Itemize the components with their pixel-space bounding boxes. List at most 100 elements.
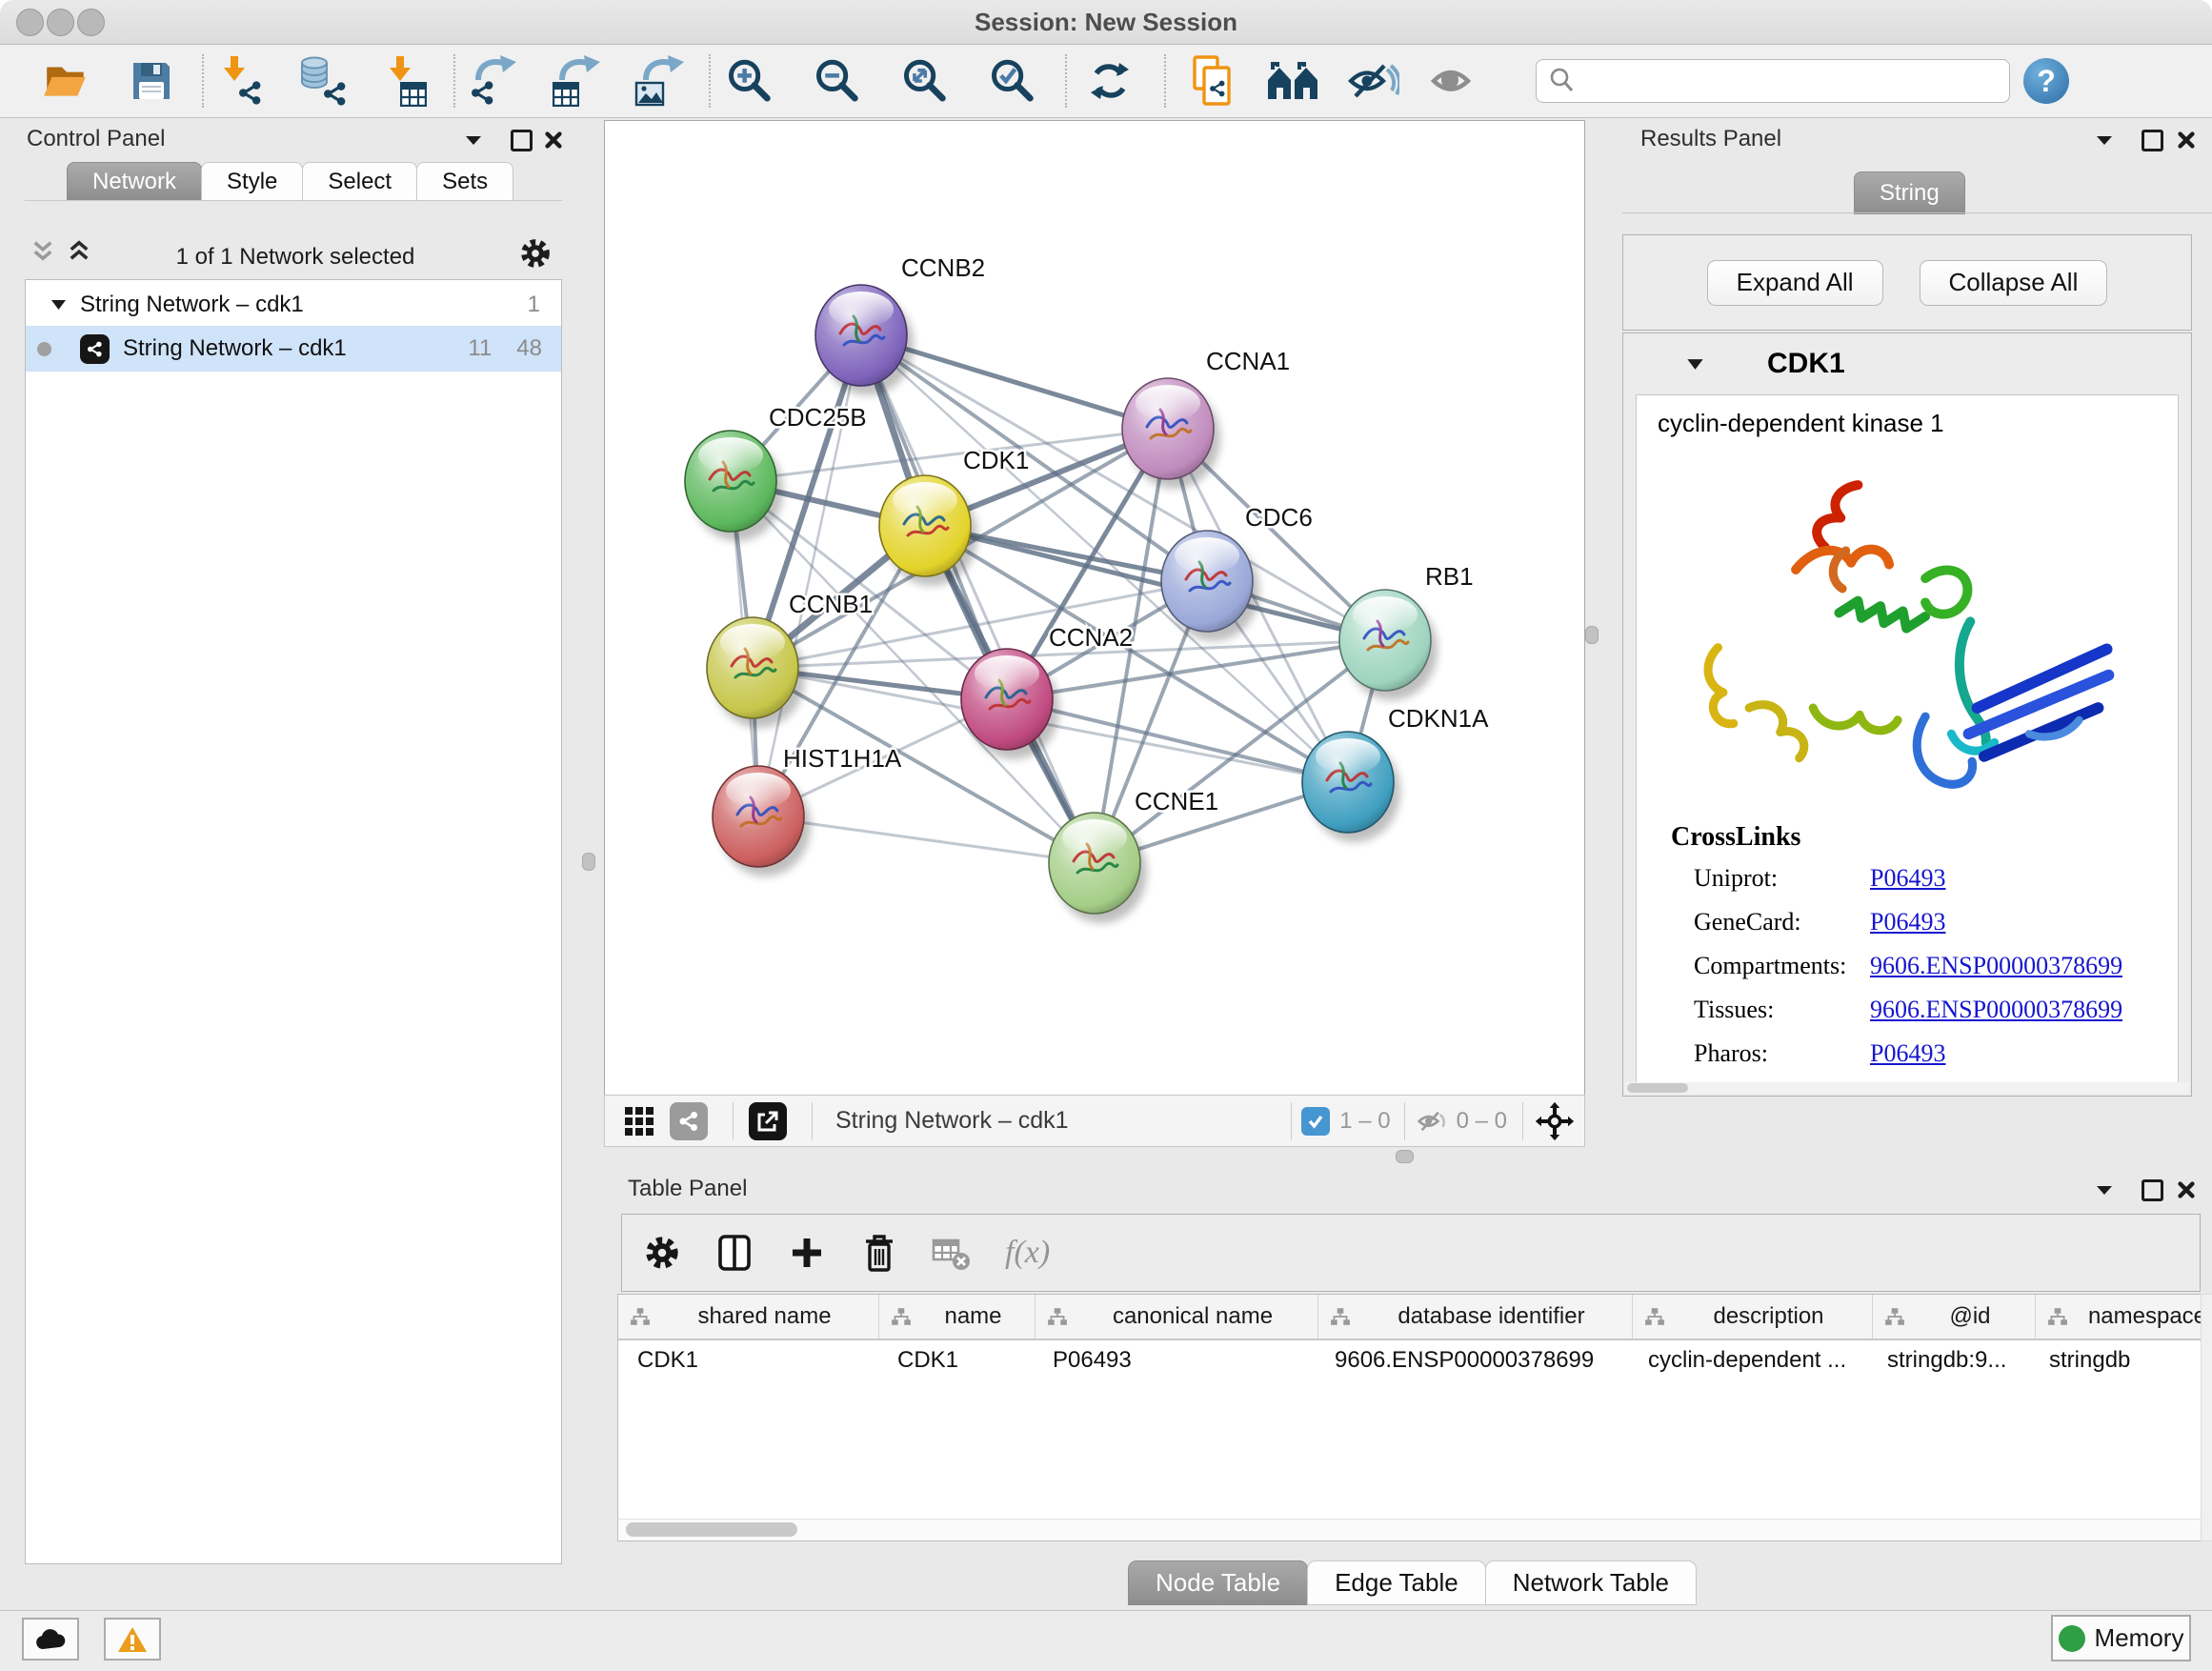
table-horizontal-scrollbar[interactable] bbox=[618, 1519, 2202, 1540]
collapse-all-networks-button[interactable] bbox=[30, 240, 55, 261]
pan-mode-button[interactable] bbox=[1533, 1099, 1577, 1143]
function-builder-button[interactable]: f(x) bbox=[1005, 1235, 1050, 1271]
help-button[interactable]: ? bbox=[2023, 58, 2069, 104]
tree-expand-icon[interactable] bbox=[50, 299, 67, 311]
import-network-button[interactable] bbox=[211, 51, 271, 111]
tab-network[interactable]: Network bbox=[67, 162, 202, 201]
network-canvas[interactable]: CCNB2 CCNA1 CDC25B CDK1 bbox=[604, 120, 1585, 1096]
control-panel-close-button[interactable] bbox=[541, 130, 566, 151]
column-header-canonicalname[interactable]: canonical name bbox=[1036, 1295, 1318, 1339]
network-collection-row[interactable]: String Network – cdk1 1 bbox=[26, 280, 561, 326]
search-input-container bbox=[1536, 59, 2010, 103]
network-node-hist1h1a[interactable]: HIST1H1A bbox=[713, 744, 902, 876]
crosslink-link[interactable]: P06493 bbox=[1870, 908, 1945, 936]
column-header-id[interactable]: @id bbox=[1873, 1295, 2036, 1339]
tab-sets[interactable]: Sets bbox=[416, 162, 513, 201]
column-header-description[interactable]: description bbox=[1633, 1295, 1873, 1339]
collapse-all-button[interactable]: Collapse All bbox=[1920, 260, 2108, 306]
hierarchy-icon bbox=[1644, 1307, 1665, 1326]
status-bar: Memory bbox=[0, 1610, 2212, 1671]
create-column-button[interactable] bbox=[786, 1232, 828, 1274]
selected-items-checkbox[interactable] bbox=[1301, 1107, 1330, 1136]
zoom-selected-button[interactable] bbox=[981, 51, 1040, 111]
crosslink-link[interactable]: P06493 bbox=[1870, 864, 1945, 893]
column-header-databaseidentifier[interactable]: database identifier bbox=[1318, 1295, 1633, 1339]
results-actions-box: Expand All Collapse All bbox=[1622, 234, 2192, 331]
delete-column-button[interactable] bbox=[858, 1232, 900, 1274]
open-session-button[interactable] bbox=[36, 51, 95, 111]
network-node-cdc25b[interactable]: CDC25B bbox=[685, 403, 867, 541]
network-view-share-button[interactable] bbox=[670, 1102, 708, 1140]
export-network-button[interactable] bbox=[463, 51, 522, 111]
network-node-ccna1[interactable]: CCNA1 bbox=[1122, 347, 1290, 489]
node-label: CDK1 bbox=[963, 446, 1029, 474]
tab-node-table[interactable]: Node Table bbox=[1128, 1560, 1308, 1605]
export-image-button[interactable] bbox=[631, 51, 690, 111]
show-all-button[interactable] bbox=[1423, 51, 1482, 111]
search-input[interactable] bbox=[1584, 67, 2009, 95]
table-panel-menu-button[interactable] bbox=[2092, 1179, 2117, 1200]
tab-edge-table[interactable]: Edge Table bbox=[1307, 1560, 1486, 1605]
network-graph[interactable]: CCNB2 CCNA1 CDC25B CDK1 bbox=[605, 121, 1584, 1095]
protein-card-header[interactable]: CDK1 bbox=[1623, 333, 2191, 394]
cloud-status-button[interactable] bbox=[22, 1618, 79, 1661]
column-header-namespace[interactable]: namespace bbox=[2036, 1295, 2202, 1339]
network-panel-options-button[interactable] bbox=[518, 236, 553, 271]
collapse-section-icon[interactable] bbox=[1686, 358, 1704, 371]
table-vertical-scrollbar[interactable] bbox=[2201, 1294, 2212, 1541]
duplicate-network-button[interactable] bbox=[1183, 51, 1242, 111]
crosslink-link[interactable]: 9606.ENSP00000378699 bbox=[1870, 952, 2122, 980]
results-horizontal-scrollbar[interactable] bbox=[1625, 1082, 2189, 1094]
show-columns-button[interactable] bbox=[714, 1232, 755, 1274]
tab-network-table[interactable]: Network Table bbox=[1485, 1560, 1697, 1605]
tab-string[interactable]: String bbox=[1854, 171, 1965, 214]
export-table-button[interactable] bbox=[547, 51, 606, 111]
table-row[interactable]: CDK1CDK1P064939606.ENSP00000378699cyclin… bbox=[618, 1340, 2202, 1380]
import-table-button[interactable] bbox=[375, 51, 434, 111]
control-panel-menu-button[interactable] bbox=[461, 130, 486, 151]
results-panel-menu-button[interactable] bbox=[2092, 130, 2117, 151]
results-panel-float-button[interactable] bbox=[2140, 130, 2164, 151]
column-header-sharedname[interactable]: shared name bbox=[618, 1295, 879, 1339]
window-title: Session: New Session bbox=[0, 8, 2212, 37]
right-splitter-handle[interactable] bbox=[1585, 626, 1599, 644]
memory-status-button[interactable]: Memory bbox=[2051, 1615, 2191, 1661]
network-row-selected[interactable]: String Network – cdk1 11 48 bbox=[26, 326, 561, 372]
save-session-button[interactable] bbox=[122, 51, 181, 111]
first-neighbors-button[interactable] bbox=[1263, 51, 1322, 111]
network-node-rb1[interactable]: RB1 bbox=[1339, 562, 1474, 700]
delete-table-button[interactable] bbox=[931, 1232, 973, 1274]
hide-selected-button[interactable] bbox=[1343, 51, 1402, 111]
expand-all-button[interactable]: Expand All bbox=[1707, 260, 1883, 306]
zoom-in-button[interactable] bbox=[718, 51, 777, 111]
expand-all-networks-button[interactable] bbox=[67, 240, 91, 261]
detach-view-button[interactable] bbox=[749, 1102, 787, 1140]
table-panel-close-button[interactable] bbox=[2174, 1179, 2199, 1200]
import-network-from-database-button[interactable] bbox=[293, 51, 352, 111]
table-body: CDK1CDK1P064939606.ENSP00000378699cyclin… bbox=[618, 1340, 2202, 1380]
apply-layout-refresh-button[interactable] bbox=[1080, 51, 1139, 111]
birds-eye-view-button[interactable] bbox=[620, 1102, 658, 1140]
control-panel-float-button[interactable] bbox=[509, 130, 533, 151]
table-toolbar: f(x) bbox=[621, 1214, 2201, 1292]
crosslink-link[interactable]: 9606.ENSP00000378699 bbox=[1870, 996, 2122, 1024]
bottom-splitter-handle[interactable] bbox=[1396, 1150, 1414, 1163]
warnings-button[interactable] bbox=[104, 1618, 161, 1661]
network-node-cdkn1a[interactable]: CDKN1A bbox=[1302, 704, 1489, 842]
network-node-ccnb2[interactable]: CCNB2 bbox=[815, 253, 985, 395]
table-panel-float-button[interactable] bbox=[2140, 1179, 2164, 1200]
tab-select[interactable]: Select bbox=[302, 162, 417, 201]
table-header-row: shared namenamecanonical namedatabase id… bbox=[618, 1295, 2202, 1340]
node-label: CDC6 bbox=[1245, 503, 1313, 532]
crosslinks-list: Uniprot:P06493GeneCard:P06493Compartment… bbox=[1637, 864, 2178, 1083]
table-options-button[interactable] bbox=[641, 1232, 683, 1274]
zoom-out-button[interactable] bbox=[806, 51, 865, 111]
column-header-name[interactable]: name bbox=[879, 1295, 1036, 1339]
results-panel-close-button[interactable] bbox=[2174, 130, 2199, 151]
zoom-fit-content-button[interactable] bbox=[894, 51, 953, 111]
network-edge[interactable] bbox=[861, 335, 1095, 863]
crosslink-link[interactable]: P06493 bbox=[1870, 1039, 1945, 1068]
left-splitter-handle[interactable] bbox=[582, 853, 595, 871]
tab-style[interactable]: Style bbox=[201, 162, 303, 201]
network-node-ccne1[interactable]: CCNE1 bbox=[1049, 787, 1218, 923]
